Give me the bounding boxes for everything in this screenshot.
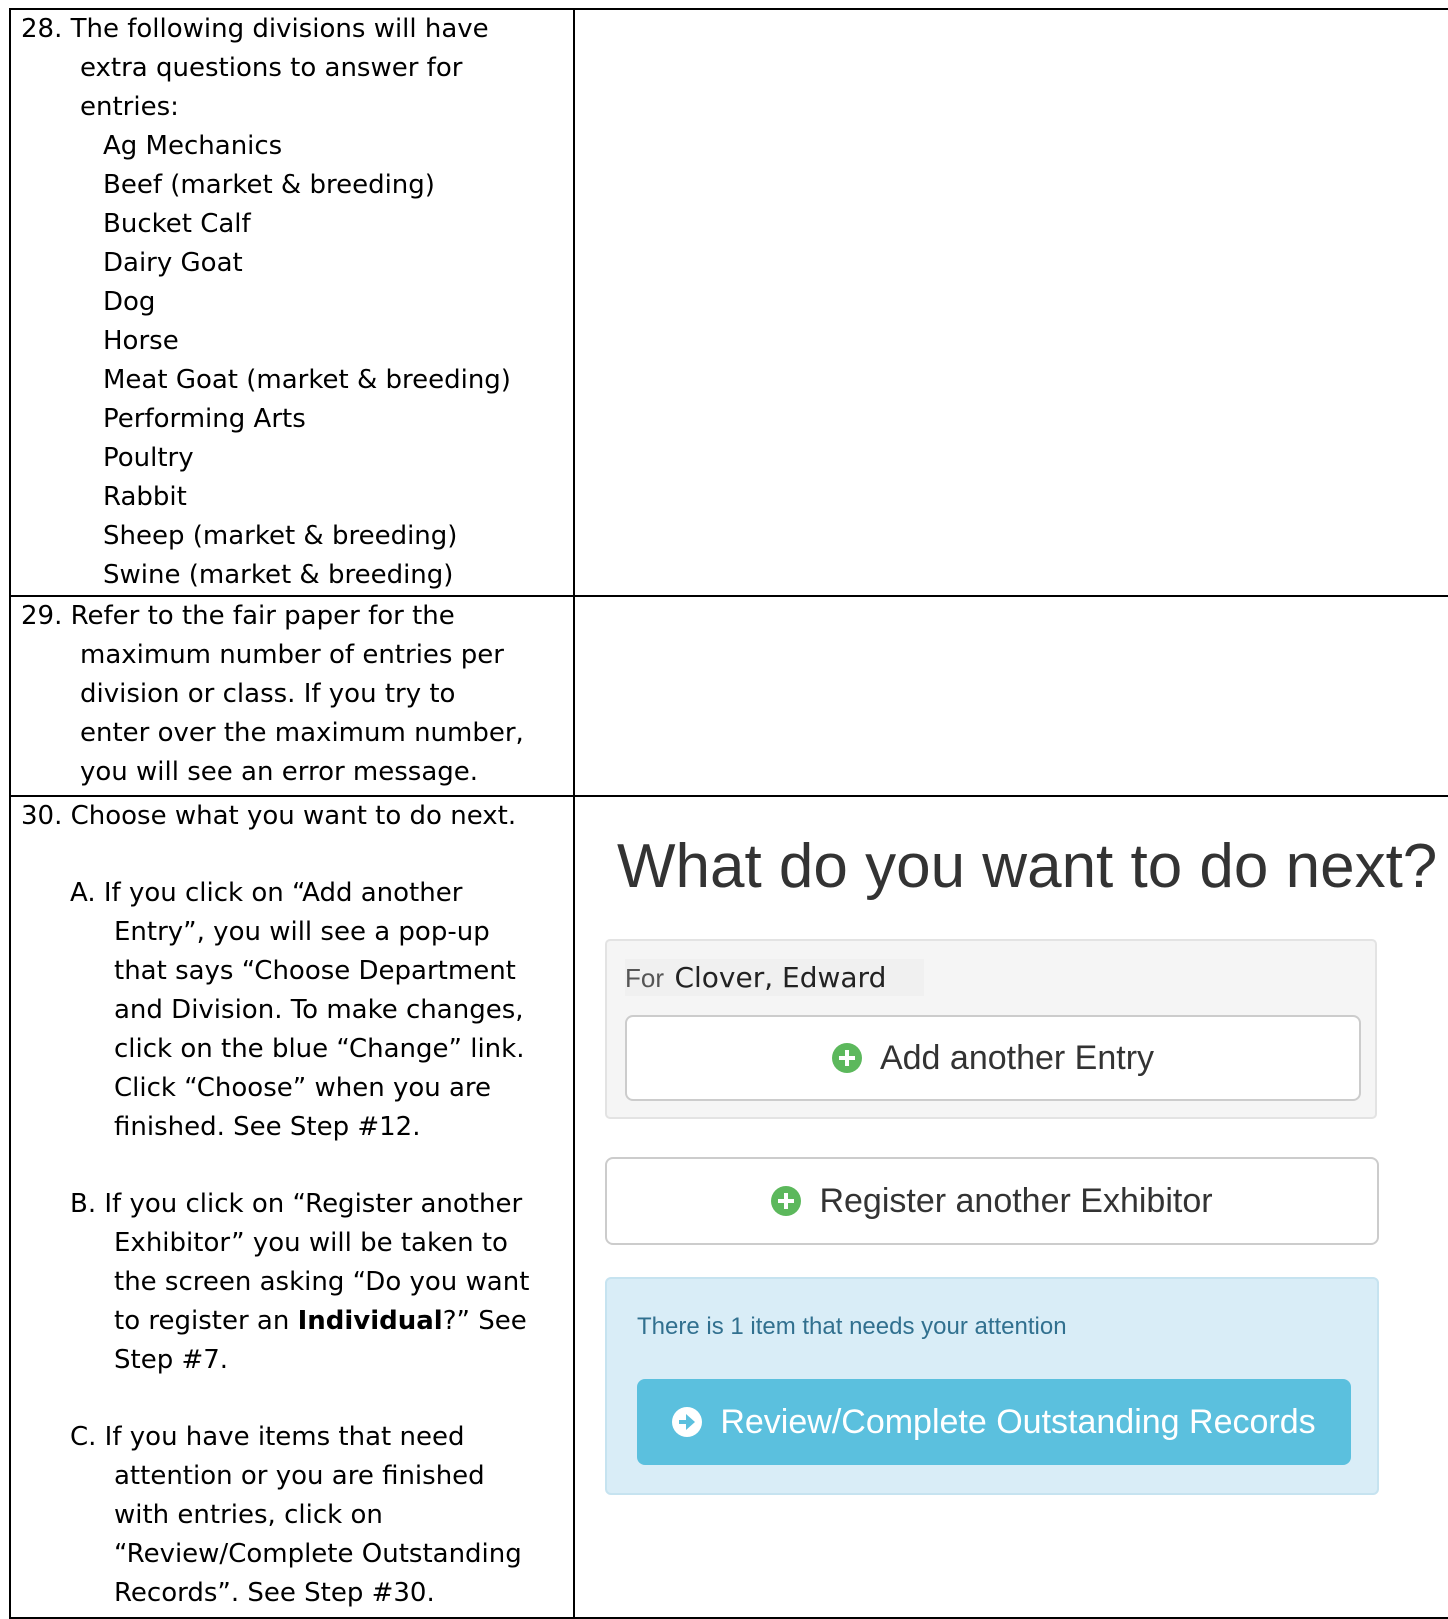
step-28-heading: 28. The following divisions will have (21, 14, 489, 44)
option-a-line: A. If you click on “Add another (70, 878, 463, 908)
option-a-line: Entry”, you will see a pop-up (114, 917, 490, 947)
attention-message: There is 1 item that needs your attentio… (637, 1313, 1067, 1340)
individual-bold-text: Individual (297, 1306, 443, 1336)
step-30-option-b: B. If you click on “Register another Exh… (11, 1185, 573, 1380)
instructions-table: 28. The following divisions will have ex… (9, 8, 1448, 1619)
step-29-line: division or class. If you try to (80, 679, 456, 709)
option-b-text: to register an (114, 1306, 298, 1336)
step-28-line: entries: (80, 92, 179, 122)
step-29-line: enter over the maximum number, (80, 718, 524, 748)
plus-circle-icon (771, 1186, 802, 1216)
add-entry-label: Add another Entry (879, 1038, 1155, 1077)
option-c-line: C. If you have items that need (70, 1422, 465, 1452)
step-29-image-cell (573, 595, 1448, 797)
step-30-row: 30. Choose what you want to do next. A. … (9, 795, 1448, 1619)
option-a-line: that says “Choose Department (114, 956, 516, 986)
step-30-text: 30. Choose what you want to do next. A. … (9, 795, 575, 1619)
for-label: For (625, 963, 664, 993)
option-c-line: attention or you are finished (114, 1461, 485, 1491)
add-entry-button[interactable]: Add another Entry (625, 1015, 1361, 1101)
option-c-line: Records”. See Step #30. (114, 1578, 435, 1608)
option-b-line: Step #7. (114, 1345, 229, 1375)
option-a-line: click on the blue “Change” link. (114, 1034, 525, 1064)
step-30-option-c: C. If you have items that need attention… (11, 1418, 573, 1613)
division-item: Dairy Goat (103, 248, 243, 278)
option-c-line: with entries, click on (114, 1500, 383, 1530)
division-item: Poultry (103, 443, 194, 473)
step-30-heading: 30. Choose what you want to do next. (21, 801, 517, 831)
division-list: Ag Mechanics Beef (market & breeding) Bu… (11, 127, 573, 595)
plus-circle-icon (831, 1043, 862, 1073)
step-28-text: 28. The following divisions will have ex… (9, 8, 575, 597)
review-records-button[interactable]: Review/Complete Outstanding Records (637, 1379, 1351, 1465)
division-item: Dog (103, 287, 156, 317)
step-30-image-cell: What do you want to do next? For Clover,… (573, 795, 1448, 1619)
division-item: Horse (103, 326, 179, 356)
step-29-row: 29. Refer to the fair paper for the maxi… (9, 595, 1448, 797)
option-a-line: and Division. To make changes, (114, 995, 524, 1025)
option-a-line: Click “Choose” when you are (114, 1073, 492, 1103)
step-29-line: maximum number of entries per (80, 640, 504, 670)
next-step-screenshot: What do you want to do next? For Clover,… (575, 797, 1448, 1617)
register-exhibitor-label: Register another Exhibitor (819, 1181, 1213, 1220)
division-item: Sheep (market & breeding) (103, 521, 458, 551)
exhibitor-well: For Clover, Edward Add another Entry (605, 939, 1377, 1119)
step-29-text: 29. Refer to the fair paper for the maxi… (9, 595, 575, 797)
step-30-option-a: A. If you click on “Add another Entry”, … (11, 874, 573, 1147)
step-28-image-cell (573, 8, 1448, 597)
option-b-text: ?” See (442, 1306, 527, 1336)
option-c-line: “Review/Complete Outstanding (114, 1539, 522, 1569)
option-b-line: the screen asking “Do you want (114, 1267, 530, 1297)
step-29-heading: 29. Refer to the fair paper for the (21, 601, 455, 631)
next-step-heading: What do you want to do next? (617, 832, 1438, 901)
arrow-right-circle-icon (672, 1407, 703, 1437)
step-28-row: 28. The following divisions will have ex… (9, 8, 1448, 597)
division-item: Meat Goat (market & breeding) (103, 365, 511, 395)
step-28-line: extra questions to answer for (80, 53, 463, 83)
review-records-label: Review/Complete Outstanding Records (720, 1402, 1316, 1441)
register-exhibitor-button[interactable]: Register another Exhibitor (605, 1157, 1379, 1245)
option-b-line: to register an Individual?” See (11, 1302, 573, 1341)
division-item: Beef (market & breeding) (103, 170, 435, 200)
division-item: Swine (market & breeding) (103, 560, 454, 590)
attention-alert: There is 1 item that needs your attentio… (605, 1277, 1379, 1495)
step-29-line: you will see an error message. (80, 757, 479, 787)
division-item: Rabbit (103, 482, 187, 512)
division-item: Ag Mechanics (103, 131, 283, 161)
option-b-line: B. If you click on “Register another (70, 1189, 523, 1219)
exhibitor-name: Clover, Edward (674, 961, 887, 994)
option-b-line: Exhibitor” you will be taken to (114, 1228, 508, 1258)
division-item: Bucket Calf (103, 209, 251, 239)
division-item: Performing Arts (103, 404, 306, 434)
exhibitor-line: For Clover, Edward (625, 959, 925, 996)
option-a-line: finished. See Step #12. (114, 1112, 421, 1142)
